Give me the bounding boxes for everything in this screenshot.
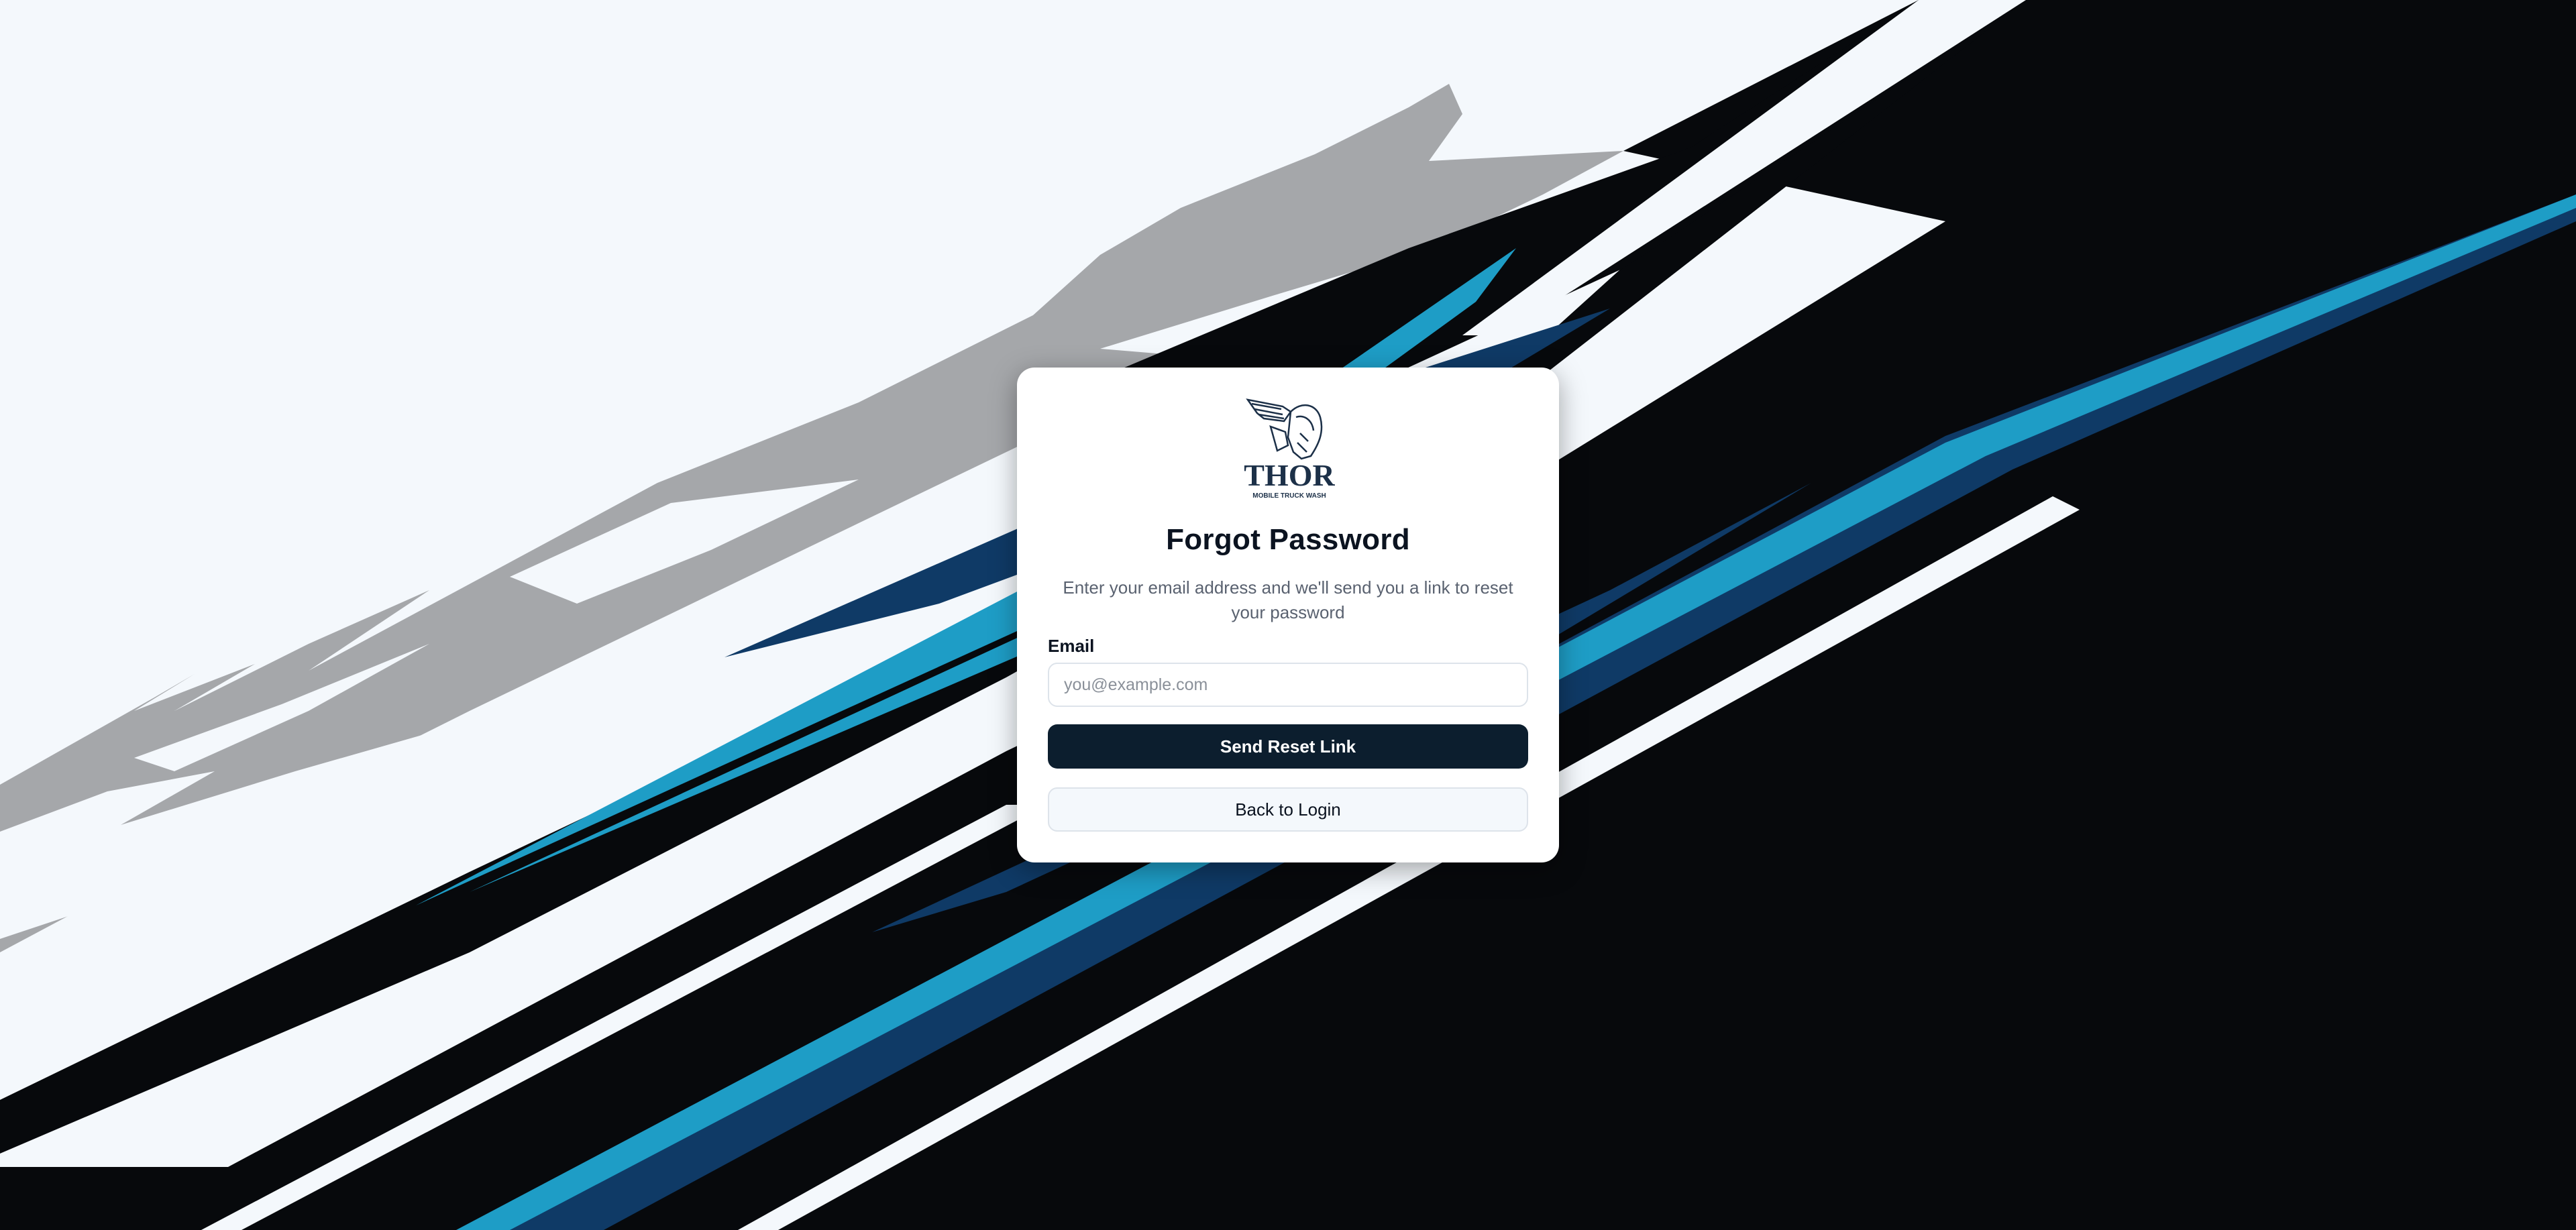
page-subtitle: Enter your email address and we'll send …: [1063, 577, 1513, 622]
back-to-login-button[interactable]: Back to Login: [1048, 787, 1528, 832]
send-reset-link-button[interactable]: Send Reset Link: [1048, 724, 1528, 769]
viking-helmet-icon: [1246, 398, 1323, 460]
page-title: Forgot Password: [1166, 523, 1410, 556]
thor-logo: THOR MOBILE TRUCK WASH: [1244, 394, 1335, 502]
logo-tagline-text: MOBILE TRUCK WASH: [1252, 492, 1326, 500]
email-input[interactable]: [1048, 663, 1528, 707]
logo-brand-text: THOR: [1244, 458, 1335, 492]
email-label: Email: [1048, 636, 1095, 656]
forgot-password-card: THOR MOBILE TRUCK WASH Forgot Password E…: [1017, 368, 1559, 862]
